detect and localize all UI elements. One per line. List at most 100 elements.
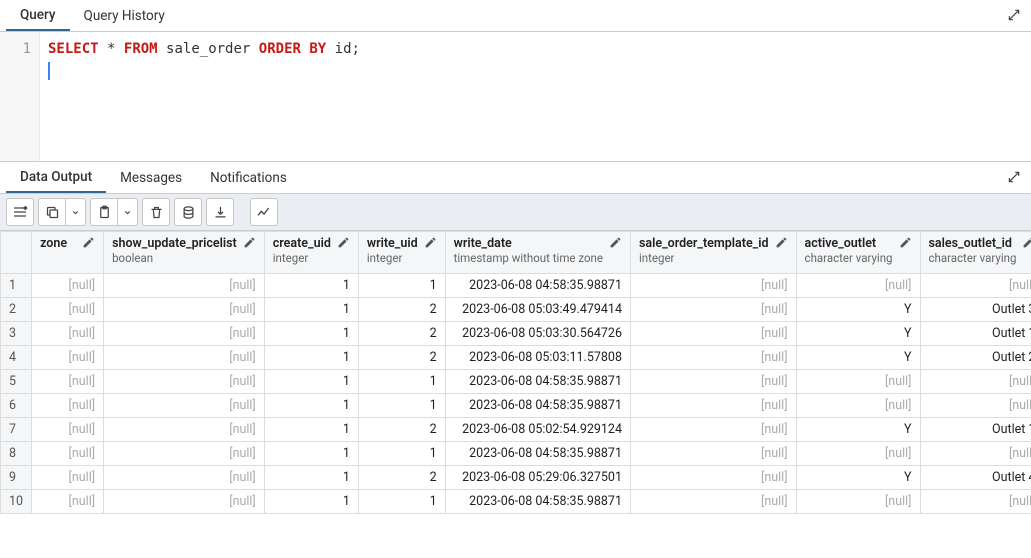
maximize-output-icon[interactable] (1005, 168, 1023, 186)
row-number-cell[interactable]: 7 (1, 418, 32, 442)
cell-write_uid[interactable]: 2 (358, 418, 445, 442)
cell-active_outlet[interactable]: Y (796, 346, 920, 370)
cell-create_uid[interactable]: 1 (264, 418, 358, 442)
cell-show_update_pricelist[interactable]: [null] (104, 346, 265, 370)
edit-column-icon[interactable] (337, 236, 350, 249)
cell-show_update_pricelist[interactable]: [null] (104, 322, 265, 346)
cell-active_outlet[interactable]: Y (796, 322, 920, 346)
cell-write_uid[interactable]: 1 (358, 274, 445, 298)
cell-sale_order_template_id[interactable]: [null] (630, 466, 796, 490)
table-row[interactable]: 2[null][null]122023-06-08 05:03:49.47941… (1, 298, 1031, 322)
cell-sale_order_template_id[interactable]: [null] (630, 418, 796, 442)
cell-write_date[interactable]: 2023-06-08 04:58:35.98871 (445, 490, 630, 514)
row-number-cell[interactable]: 6 (1, 394, 32, 418)
cell-create_uid[interactable]: 1 (264, 298, 358, 322)
cell-zone[interactable]: [null] (32, 490, 104, 514)
cell-show_update_pricelist[interactable]: [null] (104, 298, 265, 322)
paste-dropdown[interactable] (118, 198, 138, 226)
cell-write_uid[interactable]: 1 (358, 394, 445, 418)
cell-sales_outlet_id[interactable]: [null] (920, 442, 1031, 466)
cell-active_outlet[interactable]: Y (796, 418, 920, 442)
cell-active_outlet[interactable]: [null] (796, 370, 920, 394)
row-number-cell[interactable]: 3 (1, 322, 32, 346)
table-row[interactable]: 6[null][null]112023-06-08 04:58:35.98871… (1, 394, 1031, 418)
row-number-cell[interactable]: 2 (1, 298, 32, 322)
cell-show_update_pricelist[interactable]: [null] (104, 490, 265, 514)
row-number-cell[interactable]: 10 (1, 490, 32, 514)
cell-write_date[interactable]: 2023-06-08 04:58:35.98871 (445, 274, 630, 298)
cell-sales_outlet_id[interactable]: Outlet 2 (920, 346, 1031, 370)
cell-write_uid[interactable]: 1 (358, 490, 445, 514)
column-header-active_outlet[interactable]: active_outletcharacter varying (796, 232, 920, 274)
row-number-cell[interactable]: 9 (1, 466, 32, 490)
cell-write_date[interactable]: 2023-06-08 05:02:54.929124 (445, 418, 630, 442)
cell-create_uid[interactable]: 1 (264, 346, 358, 370)
sql-editor[interactable]: 1 SELECT * FROM sale_order ORDER BY id; (0, 32, 1031, 162)
edit-column-icon[interactable] (424, 236, 437, 249)
table-row[interactable]: 3[null][null]122023-06-08 05:03:30.56472… (1, 322, 1031, 346)
cell-sales_outlet_id[interactable]: [null] (920, 274, 1031, 298)
cell-sales_outlet_id[interactable]: [null] (920, 394, 1031, 418)
copy-dropdown[interactable] (66, 198, 86, 226)
row-number-cell[interactable]: 8 (1, 442, 32, 466)
cell-zone[interactable]: [null] (32, 274, 104, 298)
cell-show_update_pricelist[interactable]: [null] (104, 442, 265, 466)
cell-create_uid[interactable]: 1 (264, 322, 358, 346)
delete-row-button[interactable] (142, 198, 170, 226)
tab-messages[interactable]: Messages (106, 164, 196, 192)
cell-show_update_pricelist[interactable]: [null] (104, 418, 265, 442)
table-row[interactable]: 9[null][null]122023-06-08 05:29:06.32750… (1, 466, 1031, 490)
edit-column-icon[interactable] (243, 236, 256, 249)
cell-sale_order_template_id[interactable]: [null] (630, 394, 796, 418)
cell-write_uid[interactable]: 2 (358, 322, 445, 346)
cell-create_uid[interactable]: 1 (264, 466, 358, 490)
column-header-show_update_pricelist[interactable]: show_update_pricelistboolean (104, 232, 265, 274)
copy-button[interactable] (38, 198, 66, 226)
cell-show_update_pricelist[interactable]: [null] (104, 370, 265, 394)
row-number-cell[interactable]: 5 (1, 370, 32, 394)
column-header-write_date[interactable]: write_datetimestamp without time zone (445, 232, 630, 274)
table-row[interactable]: 10[null][null]112023-06-08 04:58:35.9887… (1, 490, 1031, 514)
save-data-button[interactable] (174, 198, 202, 226)
cell-show_update_pricelist[interactable]: [null] (104, 466, 265, 490)
cell-sale_order_template_id[interactable]: [null] (630, 442, 796, 466)
cell-active_outlet[interactable]: [null] (796, 274, 920, 298)
row-number-cell[interactable]: 1 (1, 274, 32, 298)
cell-zone[interactable]: [null] (32, 298, 104, 322)
cell-sale_order_template_id[interactable]: [null] (630, 322, 796, 346)
cell-write_uid[interactable]: 1 (358, 370, 445, 394)
row-number-header[interactable] (1, 232, 32, 274)
cell-create_uid[interactable]: 1 (264, 490, 358, 514)
add-row-button[interactable] (6, 198, 34, 226)
cell-sales_outlet_id[interactable]: Outlet 3 (920, 298, 1031, 322)
edit-column-icon[interactable] (609, 236, 622, 249)
cell-write_uid[interactable]: 2 (358, 298, 445, 322)
tab-notifications[interactable]: Notifications (196, 164, 301, 192)
cell-sale_order_template_id[interactable]: [null] (630, 346, 796, 370)
cell-zone[interactable]: [null] (32, 394, 104, 418)
cell-create_uid[interactable]: 1 (264, 274, 358, 298)
editor-code[interactable]: SELECT * FROM sale_order ORDER BY id; (40, 32, 1031, 161)
tab-query[interactable]: Query (6, 1, 70, 31)
cell-write_date[interactable]: 2023-06-08 05:03:49.479414 (445, 298, 630, 322)
cell-show_update_pricelist[interactable]: [null] (104, 394, 265, 418)
paste-button[interactable] (90, 198, 118, 226)
cell-zone[interactable]: [null] (32, 442, 104, 466)
table-row[interactable]: 7[null][null]122023-06-08 05:02:54.92912… (1, 418, 1031, 442)
maximize-editor-icon[interactable] (1005, 6, 1023, 24)
column-header-sales_outlet_id[interactable]: sales_outlet_idcharacter varying (920, 232, 1031, 274)
cell-write_uid[interactable]: 2 (358, 466, 445, 490)
cell-active_outlet[interactable]: Y (796, 466, 920, 490)
table-row[interactable]: 5[null][null]112023-06-08 04:58:35.98871… (1, 370, 1031, 394)
cell-write_date[interactable]: 2023-06-08 04:58:35.98871 (445, 370, 630, 394)
cell-create_uid[interactable]: 1 (264, 370, 358, 394)
table-row[interactable]: 8[null][null]112023-06-08 04:58:35.98871… (1, 442, 1031, 466)
cell-sale_order_template_id[interactable]: [null] (630, 298, 796, 322)
cell-sales_outlet_id[interactable]: Outlet 1 (920, 322, 1031, 346)
download-button[interactable] (206, 198, 234, 226)
cell-sales_outlet_id[interactable]: [null] (920, 370, 1031, 394)
column-header-sale_order_template_id[interactable]: sale_order_template_idinteger (630, 232, 796, 274)
cell-sales_outlet_id[interactable]: [null] (920, 490, 1031, 514)
tab-query-history[interactable]: Query History (70, 2, 179, 30)
table-row[interactable]: 4[null][null]122023-06-08 05:03:11.57808… (1, 346, 1031, 370)
